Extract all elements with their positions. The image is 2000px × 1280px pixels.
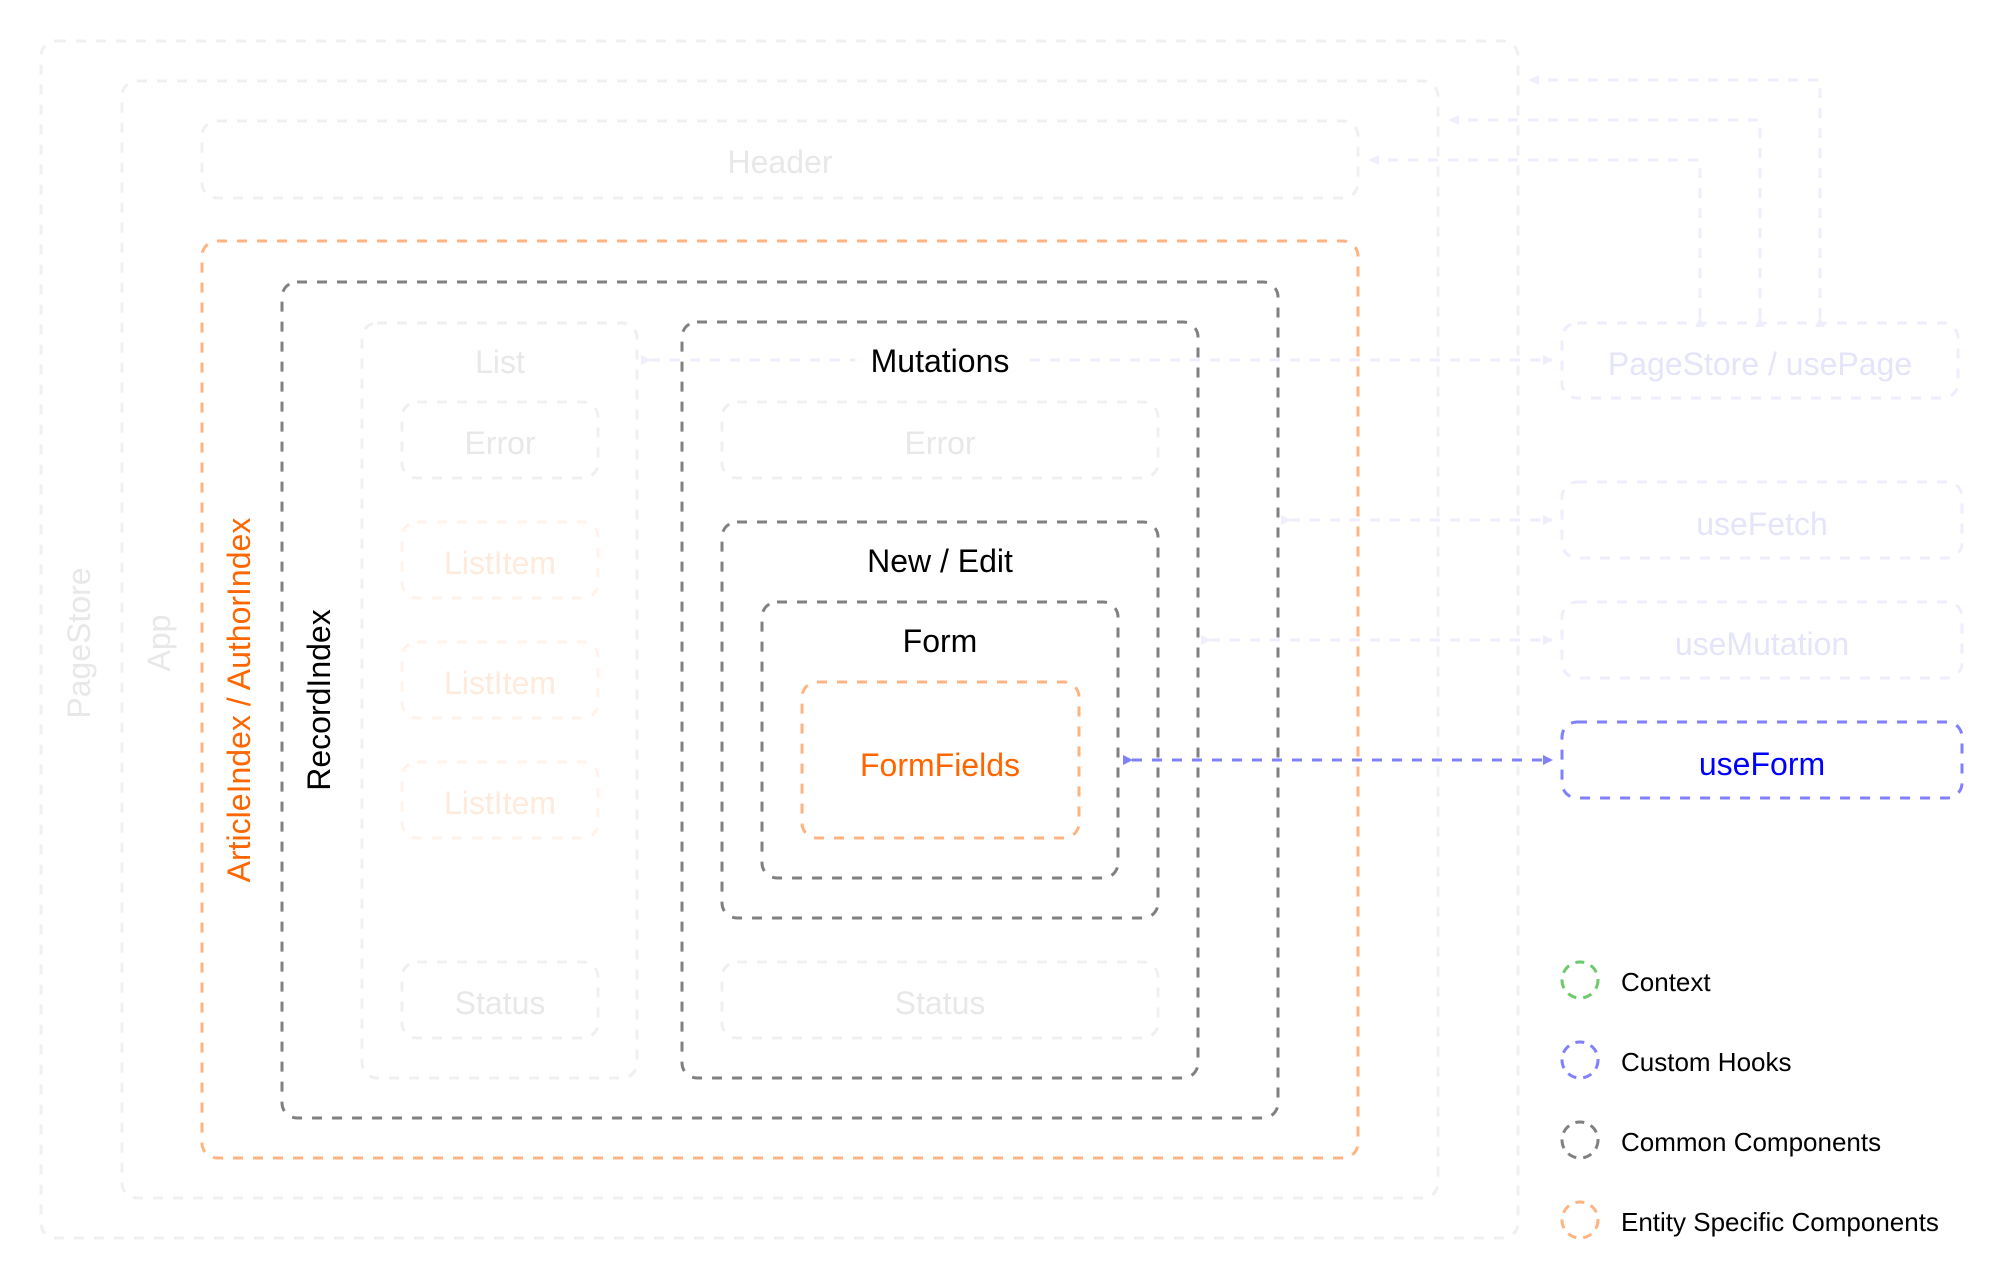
connector-usepage-header bbox=[1369, 155, 1705, 327]
entity-index-label: ArticleIndex / AuthorIndex bbox=[221, 518, 257, 883]
record-index-box[interactable] bbox=[280, 280, 1280, 1120]
mutations-status-label: Status bbox=[895, 985, 986, 1021]
connector-usepage-app bbox=[1449, 115, 1765, 327]
list-label: List bbox=[475, 344, 525, 380]
app-label: App bbox=[141, 615, 177, 672]
new-edit-label: New / Edit bbox=[867, 543, 1013, 579]
legend-item-common-components: Common Components bbox=[1560, 1120, 1881, 1160]
list-status-label: Status bbox=[455, 985, 546, 1021]
legend: Context Custom Hooks Common Components E… bbox=[1560, 960, 1939, 1240]
custom-hooks-swatch-icon bbox=[1560, 1040, 1600, 1080]
entity-index-box[interactable] bbox=[200, 239, 1360, 1160]
mutations-error-label: Error bbox=[904, 425, 975, 461]
use-fetch-label: useFetch bbox=[1696, 506, 1828, 542]
record-index-label: RecordIndex bbox=[301, 609, 337, 790]
new-edit-box[interactable] bbox=[720, 520, 1160, 920]
entity-specific-swatch-icon bbox=[1560, 1200, 1600, 1240]
legend-item-entity-specific: Entity Specific Components bbox=[1560, 1200, 1939, 1240]
legend-label: Custom Hooks bbox=[1621, 1047, 1792, 1077]
legend-label: Entity Specific Components bbox=[1621, 1207, 1939, 1237]
legend-label: Common Components bbox=[1621, 1127, 1881, 1157]
list-item-label: ListItem bbox=[444, 545, 556, 581]
list-error-label: Error bbox=[464, 425, 535, 461]
legend-item-context: Context bbox=[1560, 960, 1711, 1000]
form-label: Form bbox=[903, 623, 978, 659]
list-item-label: ListItem bbox=[444, 665, 556, 701]
form-fields-label: FormFields bbox=[860, 747, 1020, 783]
component-architecture-diagram: PageStore App Header ArticleIndex / Auth… bbox=[39, 39, 1964, 1240]
legend-item-custom-hooks: Custom Hooks bbox=[1560, 1040, 1792, 1080]
connector-usepage-pagestore bbox=[1529, 75, 1825, 327]
use-mutation-label: useMutation bbox=[1675, 626, 1849, 662]
legend-label: Context bbox=[1621, 967, 1711, 997]
use-page-label: PageStore / usePage bbox=[1608, 346, 1912, 382]
pagestore-label: PageStore bbox=[61, 567, 97, 718]
header-label: Header bbox=[728, 144, 833, 180]
list-item-label: ListItem bbox=[444, 785, 556, 821]
common-components-swatch-icon bbox=[1560, 1120, 1600, 1160]
mutations-label: Mutations bbox=[871, 343, 1010, 379]
context-swatch-icon bbox=[1560, 960, 1600, 1000]
use-form-label: useForm bbox=[1699, 746, 1825, 782]
